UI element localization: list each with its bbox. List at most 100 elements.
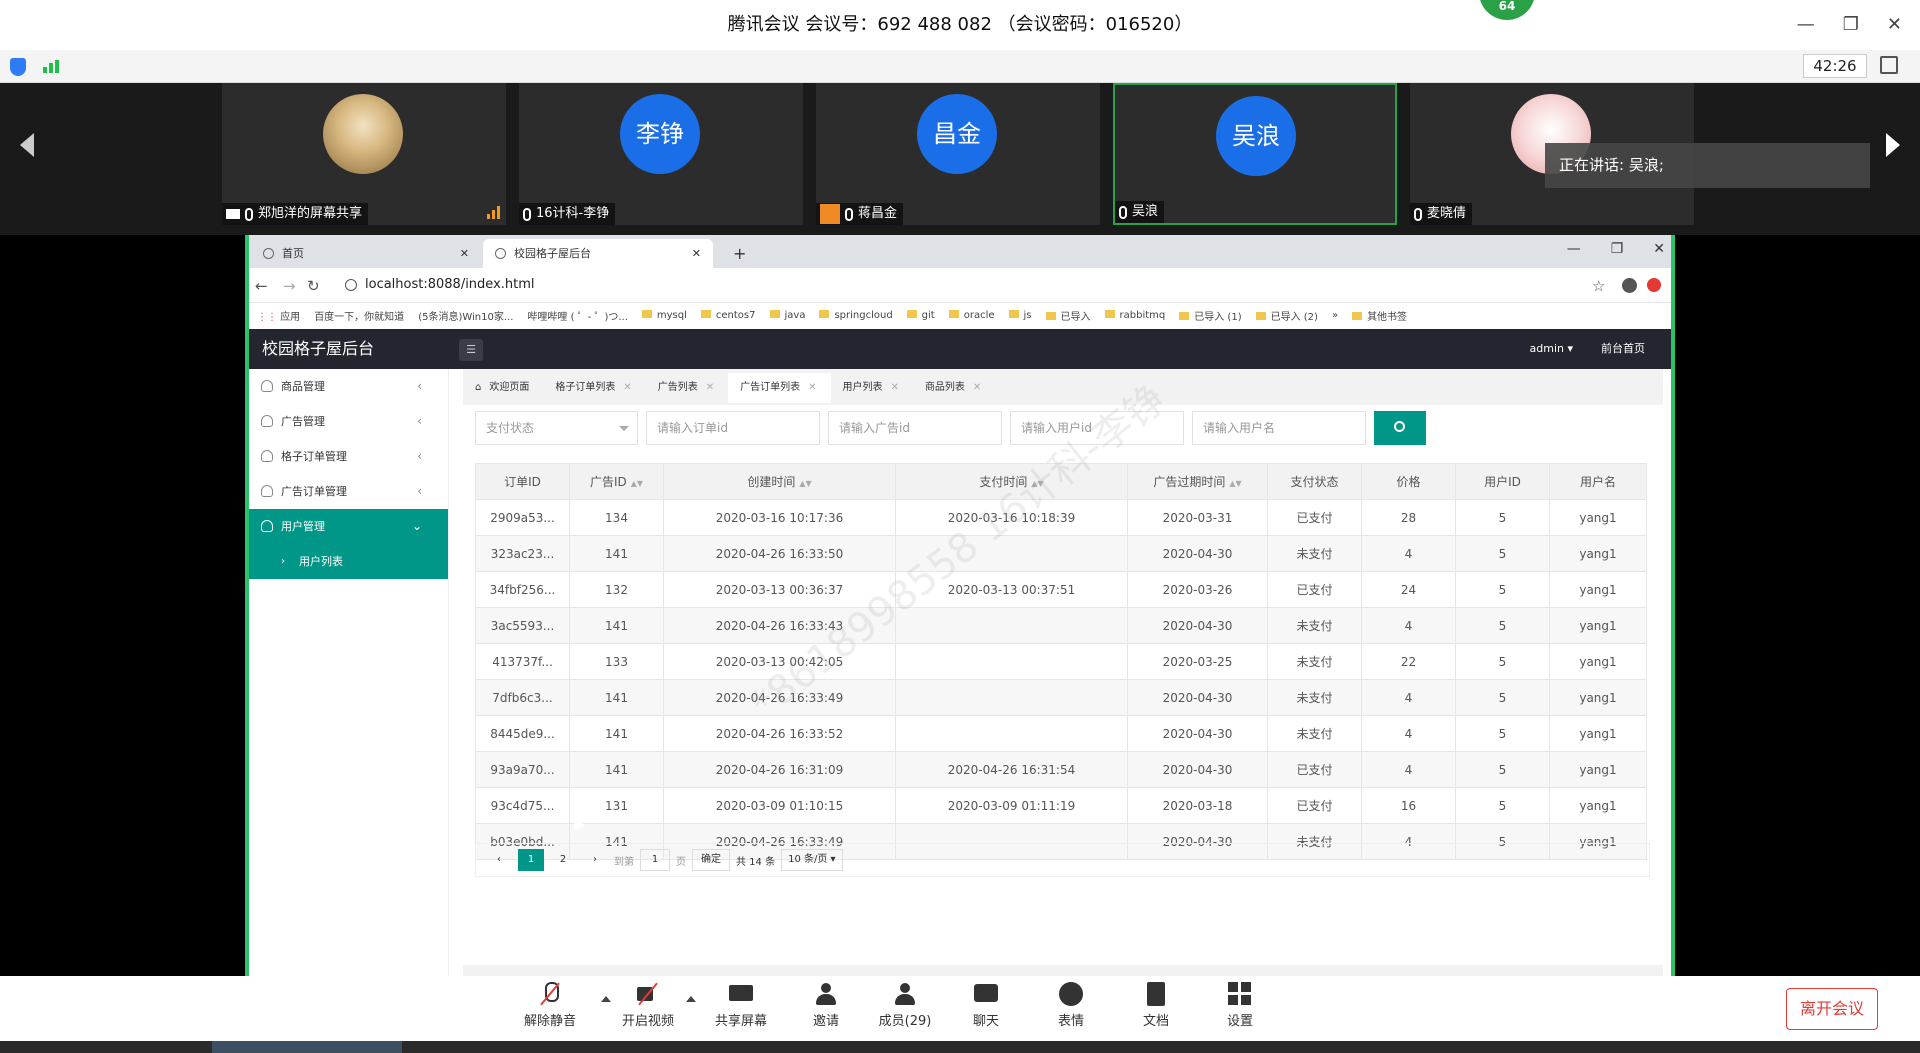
tab-grid-orders[interactable]: 格子订单列表 ✕ bbox=[543, 373, 645, 403]
table-row[interactable]: 34fbf256... 132 2020-03-13 00:36:37 2020-03… bbox=[475, 571, 1647, 608]
sort-icon[interactable]: ▲▼ bbox=[799, 479, 811, 488]
page-size-select[interactable]: 10 条/页 ▾ bbox=[781, 849, 843, 871]
bookmarks-overflow[interactable]: » bbox=[1332, 310, 1338, 321]
bookmark-folder[interactable]: java bbox=[769, 310, 805, 321]
extension-icon[interactable] bbox=[1647, 278, 1661, 292]
bookmark-item[interactable]: 百度一下，你就知道 bbox=[314, 308, 404, 323]
members-button[interactable]: 成员(29) bbox=[870, 982, 940, 1029]
reload-icon[interactable]: ↻ bbox=[307, 277, 320, 295]
goto-confirm-button[interactable]: 确定 bbox=[692, 849, 730, 871]
share-screen-button[interactable]: 共享屏幕 bbox=[706, 982, 776, 1029]
bookmark-folder[interactable]: 已导入 (1) bbox=[1179, 308, 1242, 323]
sidebar-item-ad-orders[interactable]: 广告订单管理 ‹ bbox=[245, 474, 448, 509]
tab-ad-orders[interactable]: 广告订单列表 ✕ bbox=[728, 373, 831, 403]
close-icon[interactable]: ✕ bbox=[891, 373, 899, 403]
bookmark-folder-other[interactable]: 其他书签 bbox=[1352, 308, 1407, 323]
restore-icon[interactable]: ❐ bbox=[1843, 0, 1859, 50]
fullscreen-icon[interactable] bbox=[1880, 56, 1898, 74]
sidebar-item-products[interactable]: 商品管理 ‹ bbox=[245, 369, 448, 404]
column-header[interactable]: 价格 bbox=[1361, 463, 1456, 500]
ad-id-input[interactable]: 请输入广告id bbox=[828, 411, 1002, 445]
column-header[interactable]: 创建时间 ▲▼ bbox=[663, 463, 896, 500]
close-icon[interactable]: ✕ bbox=[623, 373, 631, 403]
sidebar-item-grid-orders[interactable]: 格子订单管理 ‹ bbox=[245, 439, 448, 474]
sidebar-item-users[interactable]: 用户管理 ⌄ bbox=[245, 509, 448, 544]
table-row[interactable]: 93c4d75... 131 2020-03-09 01:10:15 2020-03-… bbox=[475, 787, 1647, 824]
front-home-link[interactable]: 前台首页 bbox=[1601, 329, 1645, 369]
close-tab-icon[interactable]: ✕ bbox=[692, 239, 701, 268]
sidebar-subitem-user-list[interactable]: › 用户列表 bbox=[245, 544, 448, 579]
next-arrow-icon[interactable] bbox=[1886, 133, 1900, 157]
bookmark-folder[interactable]: springcloud bbox=[819, 310, 893, 321]
bookmark-item[interactable]: 哔哩哔哩 ( ゜- ゜)つ... bbox=[527, 308, 627, 323]
bookmark-folder[interactable]: 已导入 bbox=[1045, 308, 1091, 323]
next-page-button[interactable]: › bbox=[582, 849, 608, 871]
audio-options-icon[interactable] bbox=[601, 996, 611, 1002]
user-id-input[interactable]: 请输入用户id bbox=[1010, 411, 1184, 445]
prev-arrow-icon[interactable] bbox=[20, 133, 34, 157]
taskbar-active-app[interactable] bbox=[212, 1041, 402, 1053]
close-icon[interactable]: ✕ bbox=[1887, 0, 1902, 50]
column-header[interactable]: 支付状态 bbox=[1267, 463, 1362, 500]
new-tab-button[interactable]: + bbox=[721, 239, 758, 268]
back-icon[interactable]: ← bbox=[255, 277, 268, 295]
bookmark-folder[interactable]: centos7 bbox=[700, 310, 756, 321]
bookmark-folder[interactable]: mysql bbox=[641, 310, 687, 321]
tab-products[interactable]: 商品列表 ✕ bbox=[913, 373, 995, 403]
star-icon[interactable]: ☆ bbox=[1592, 277, 1605, 295]
start-video-button[interactable]: 开启视频 bbox=[613, 982, 683, 1029]
sort-icon[interactable]: ▲▼ bbox=[1229, 479, 1241, 488]
browser-tab-home[interactable]: 首页 ✕ bbox=[251, 239, 481, 268]
close-icon[interactable]: ✕ bbox=[1653, 241, 1665, 257]
close-icon[interactable]: ✕ bbox=[706, 373, 714, 403]
column-header[interactable]: 广告过期时间 ▲▼ bbox=[1127, 463, 1268, 500]
tab-users[interactable]: 用户列表 ✕ bbox=[831, 373, 913, 403]
search-button[interactable] bbox=[1374, 411, 1426, 445]
signal-icon[interactable] bbox=[43, 60, 59, 73]
participant-tile[interactable]: 郑旭洋的屏幕共享 bbox=[222, 83, 506, 225]
sort-icon[interactable]: ▲▼ bbox=[1031, 479, 1043, 488]
tab-ads[interactable]: 广告列表 ✕ bbox=[646, 373, 728, 403]
url-field[interactable]: localhost:8088/index.html bbox=[345, 274, 535, 296]
column-header[interactable]: 订单ID bbox=[475, 463, 570, 500]
table-row[interactable]: 323ac23... 141 2020-04-26 16:33:50 2020-04-… bbox=[475, 535, 1647, 572]
bookmark-folder[interactable]: oracle bbox=[948, 310, 995, 321]
column-header[interactable]: 广告ID ▲▼ bbox=[569, 463, 664, 500]
bookmark-folder[interactable]: js bbox=[1008, 310, 1032, 321]
participant-tile[interactable]: 李铮 16计科-李铮 bbox=[519, 83, 803, 225]
forward-icon[interactable]: → bbox=[283, 277, 296, 295]
restore-icon[interactable]: ❐ bbox=[1611, 241, 1624, 257]
participant-tile[interactable]: 昌金 蒋昌金 bbox=[816, 83, 1100, 225]
column-header[interactable]: 用户ID bbox=[1455, 463, 1550, 500]
column-header[interactable]: 支付时间 ▲▼ bbox=[895, 463, 1128, 500]
shield-icon[interactable] bbox=[10, 58, 26, 76]
table-row[interactable]: 3ac5593... 141 2020-04-26 16:33:43 2020-04-… bbox=[475, 607, 1647, 644]
table-row[interactable]: 2909a53... 134 2020-03-16 10:17:36 2020-03-… bbox=[475, 499, 1647, 536]
bookmark-folder[interactable]: 已导入 (2) bbox=[1255, 308, 1318, 323]
invite-button[interactable]: 邀请 bbox=[791, 982, 861, 1029]
pay-status-select[interactable]: 支付状态 bbox=[475, 411, 638, 445]
bookmark-apps[interactable]: ⋮⋮ 应用 bbox=[257, 308, 300, 323]
close-icon[interactable]: ✕ bbox=[973, 373, 981, 403]
reactions-button[interactable]: 表情 bbox=[1036, 982, 1106, 1029]
participant-tile-speaking[interactable]: 吴浪 吴浪 bbox=[1113, 83, 1397, 225]
user-menu[interactable]: admin ▾ bbox=[1530, 329, 1574, 369]
bookmark-folder[interactable]: git bbox=[906, 310, 935, 321]
column-header[interactable]: 用户名 bbox=[1549, 463, 1647, 500]
page-1-button[interactable]: 1 bbox=[518, 849, 544, 871]
table-row[interactable]: 93a9a70... 141 2020-04-26 16:31:09 2020-04-… bbox=[475, 751, 1647, 788]
order-id-input[interactable]: 请输入订单id bbox=[646, 411, 820, 445]
leave-meeting-button[interactable]: 离开会议 bbox=[1786, 988, 1878, 1030]
chat-button[interactable]: 聊天 bbox=[951, 982, 1021, 1029]
documents-button[interactable]: 文档 bbox=[1121, 982, 1191, 1029]
minimize-icon[interactable]: — bbox=[1567, 241, 1581, 257]
unmute-button[interactable]: 解除静音 bbox=[515, 982, 585, 1029]
bookmark-folder[interactable]: rabbitmq bbox=[1104, 310, 1165, 321]
close-icon[interactable]: ✕ bbox=[808, 373, 816, 403]
settings-button[interactable]: 设置 bbox=[1205, 982, 1275, 1029]
browser-tab-admin[interactable]: 校园格子屋后台 ✕ bbox=[483, 239, 713, 268]
page-2-button[interactable]: 2 bbox=[550, 849, 576, 871]
sidebar-item-ads[interactable]: 广告管理 ‹ bbox=[245, 404, 448, 439]
video-options-icon[interactable] bbox=[686, 996, 696, 1002]
tab-welcome[interactable]: ⌂ 欢迎页面 bbox=[463, 373, 543, 403]
